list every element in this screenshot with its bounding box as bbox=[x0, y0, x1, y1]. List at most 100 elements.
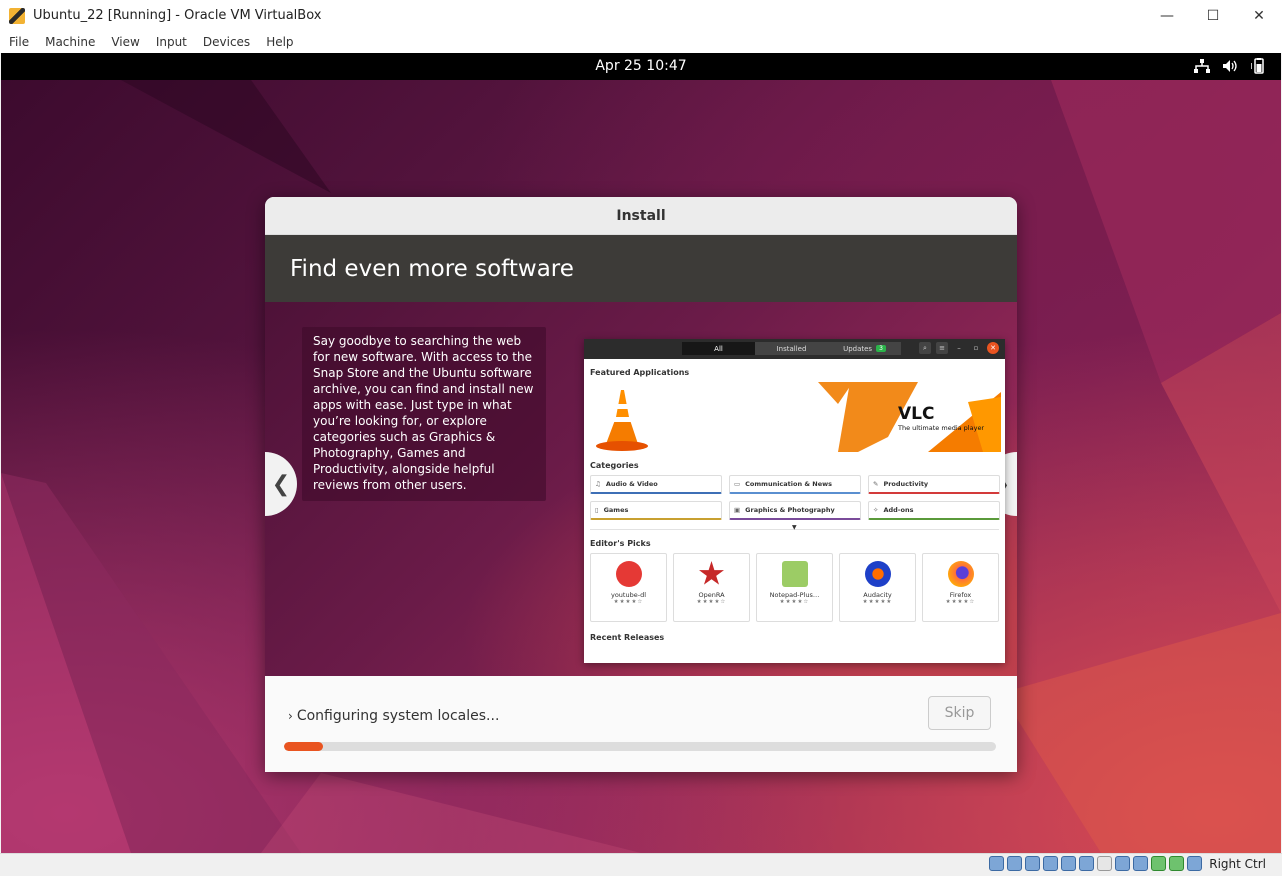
categories-grid: ♫ Audio & Video ▭ Communication & News ✎ Pr… bbox=[590, 475, 1005, 520]
menu-view[interactable]: View bbox=[103, 35, 147, 49]
host-key-label[interactable]: Right Ctrl bbox=[1209, 857, 1266, 871]
video-capture-icon[interactable] bbox=[1115, 856, 1131, 871]
pick-openra: OpenRA ★★★★☆ bbox=[673, 553, 750, 622]
sc-updates-badge: 3 bbox=[876, 345, 886, 352]
minimize-button[interactable]: — bbox=[1144, 0, 1190, 31]
notepad-plus-icon bbox=[781, 561, 808, 587]
mouse-integration-icon[interactable] bbox=[1187, 856, 1203, 871]
pick-rating: ★★★★☆ bbox=[945, 599, 976, 605]
display-icon[interactable] bbox=[1097, 856, 1113, 871]
guest-top-bar: Apr 25 10:47 bbox=[1, 53, 1281, 80]
menu-devices[interactable]: Devices bbox=[195, 35, 258, 49]
chevron-right-icon[interactable]: › bbox=[288, 709, 293, 723]
featured-app-name: VLC bbox=[898, 404, 935, 424]
pick-rating: ★★★★☆ bbox=[696, 599, 727, 605]
software-center-screenshot: All Installed Updates 3 ⌕ ≡ – ▫ ✕ Featur… bbox=[584, 339, 1005, 663]
pick-name: Audacity bbox=[863, 591, 892, 599]
slide-description: Say goodbye to searching the web for new… bbox=[302, 327, 546, 501]
network-icon[interactable] bbox=[1193, 57, 1211, 75]
battery-icon[interactable] bbox=[1249, 57, 1267, 75]
category-label: Communication & News bbox=[745, 480, 833, 488]
audacity-icon bbox=[864, 561, 891, 587]
pick-name: youtube-dl bbox=[610, 591, 646, 599]
menu-help[interactable]: Help bbox=[258, 35, 301, 49]
window-titlebar: Ubuntu_22 [Running] - Oracle VM VirtualB… bbox=[0, 0, 1282, 31]
skip-button[interactable]: Skip bbox=[928, 696, 991, 730]
pick-name: Firefox bbox=[949, 591, 972, 599]
minimize-icon: – bbox=[957, 344, 961, 352]
install-progress-area: › Configuring system locales... Skip bbox=[265, 676, 1017, 772]
search-icon: ⌕ bbox=[919, 342, 931, 354]
youtube-dl-icon bbox=[615, 561, 642, 587]
sc-tab-updates: Updates 3 bbox=[828, 342, 901, 355]
slideshow: Say goodbye to searching the web for new… bbox=[265, 302, 1017, 676]
pick-firefox: Firefox ★★★★☆ bbox=[922, 553, 999, 622]
clock[interactable]: Apr 25 10:47 bbox=[1, 58, 1281, 74]
install-status[interactable]: › Configuring system locales... bbox=[288, 708, 499, 724]
cpu-activity-icon[interactable] bbox=[1169, 856, 1185, 871]
network-adapter-icon[interactable] bbox=[1043, 856, 1059, 871]
pick-rating: ★★★★☆ bbox=[779, 599, 810, 605]
close-button[interactable]: ✕ bbox=[1236, 0, 1282, 31]
drag-drop-icon[interactable] bbox=[1151, 856, 1167, 871]
hamburger-menu-icon: ≡ bbox=[936, 342, 948, 354]
previous-slide-button[interactable]: ❮ bbox=[265, 452, 297, 516]
status-text: Configuring system locales... bbox=[296, 708, 500, 724]
pick-audacity: Audacity ★★★★★ bbox=[839, 553, 916, 622]
dialog-title: Install bbox=[265, 197, 1017, 235]
featured-app-tagline: The ultimate media player bbox=[898, 424, 985, 432]
category-label: Graphics & Photography bbox=[745, 506, 835, 514]
sc-tab-installed: Installed bbox=[755, 342, 828, 355]
progress-fill bbox=[284, 742, 324, 751]
chevron-left-icon: ❮ bbox=[271, 471, 291, 497]
editors-picks: youtube-dl ★★★★☆ OpenRA ★★★★☆ Notepad-Pl… bbox=[590, 553, 1005, 622]
hard-disk-icon[interactable] bbox=[989, 856, 1005, 871]
category-games: ▯ Games bbox=[590, 501, 722, 520]
category-audio-video: ♫ Audio & Video bbox=[590, 475, 722, 494]
clipboard-icon[interactable] bbox=[1133, 856, 1149, 871]
category-label: Add-ons bbox=[883, 506, 914, 514]
vm-status-bar: Right Ctrl bbox=[0, 853, 1282, 876]
category-productivity: ✎ Productivity bbox=[868, 475, 1000, 494]
pick-youtube-dl: youtube-dl ★★★★☆ bbox=[590, 553, 667, 622]
category-graphics-photography: ▣ Graphics & Photography bbox=[729, 501, 861, 520]
chat-icon: ▭ bbox=[734, 480, 741, 488]
close-icon: ✕ bbox=[987, 342, 999, 354]
progress-bar bbox=[284, 742, 996, 751]
menubar: File Machine View Input Devices Help bbox=[0, 31, 1282, 53]
system-tray[interactable] bbox=[1193, 57, 1267, 75]
usb-icon[interactable] bbox=[1061, 856, 1077, 871]
pick-name: Notepad-Plus… bbox=[769, 591, 820, 599]
music-note-icon: ♫ bbox=[595, 480, 601, 488]
recent-releases-heading: Recent Releases bbox=[590, 633, 665, 642]
maximize-button[interactable]: ☐ bbox=[1190, 0, 1236, 31]
audio-icon[interactable] bbox=[1025, 856, 1041, 871]
pick-rating: ★★★★★ bbox=[862, 599, 893, 605]
window-title: Ubuntu_22 [Running] - Oracle VM VirtualB… bbox=[33, 8, 322, 23]
openra-star-icon bbox=[699, 561, 724, 585]
featured-banner: VLC The ultimate media player bbox=[588, 382, 1001, 452]
pick-notepad-plus: Notepad-Plus… ★★★★☆ bbox=[756, 553, 833, 622]
category-communication-news: ▭ Communication & News bbox=[729, 475, 861, 494]
sc-headerbar: All Installed Updates 3 ⌕ ≡ – ▫ ✕ bbox=[584, 339, 1005, 359]
volume-icon[interactable] bbox=[1221, 57, 1239, 75]
categories-heading: Categories bbox=[590, 461, 639, 470]
menu-input[interactable]: Input bbox=[148, 35, 195, 49]
optical-drive-icon[interactable] bbox=[1007, 856, 1023, 871]
gamepad-icon: ▯ bbox=[595, 506, 599, 514]
featured-heading: Featured Applications bbox=[590, 368, 690, 377]
chevron-down-icon: ▼ bbox=[792, 524, 797, 531]
firefox-icon bbox=[947, 561, 974, 587]
slide-heading: Find even more software bbox=[265, 235, 1017, 302]
pick-rating: ★★★★☆ bbox=[613, 599, 644, 605]
category-label: Productivity bbox=[883, 480, 929, 488]
pick-name: OpenRA bbox=[698, 591, 725, 599]
editors-picks-heading: Editor's Picks bbox=[590, 539, 651, 548]
sc-tab-all: All bbox=[682, 342, 755, 355]
image-icon: ▣ bbox=[734, 506, 741, 514]
shared-folders-icon[interactable] bbox=[1079, 856, 1095, 871]
menu-file[interactable]: File bbox=[0, 35, 37, 49]
edit-icon: ✎ bbox=[873, 480, 879, 488]
vlc-banner-art bbox=[596, 382, 1001, 452]
menu-machine[interactable]: Machine bbox=[37, 35, 103, 49]
